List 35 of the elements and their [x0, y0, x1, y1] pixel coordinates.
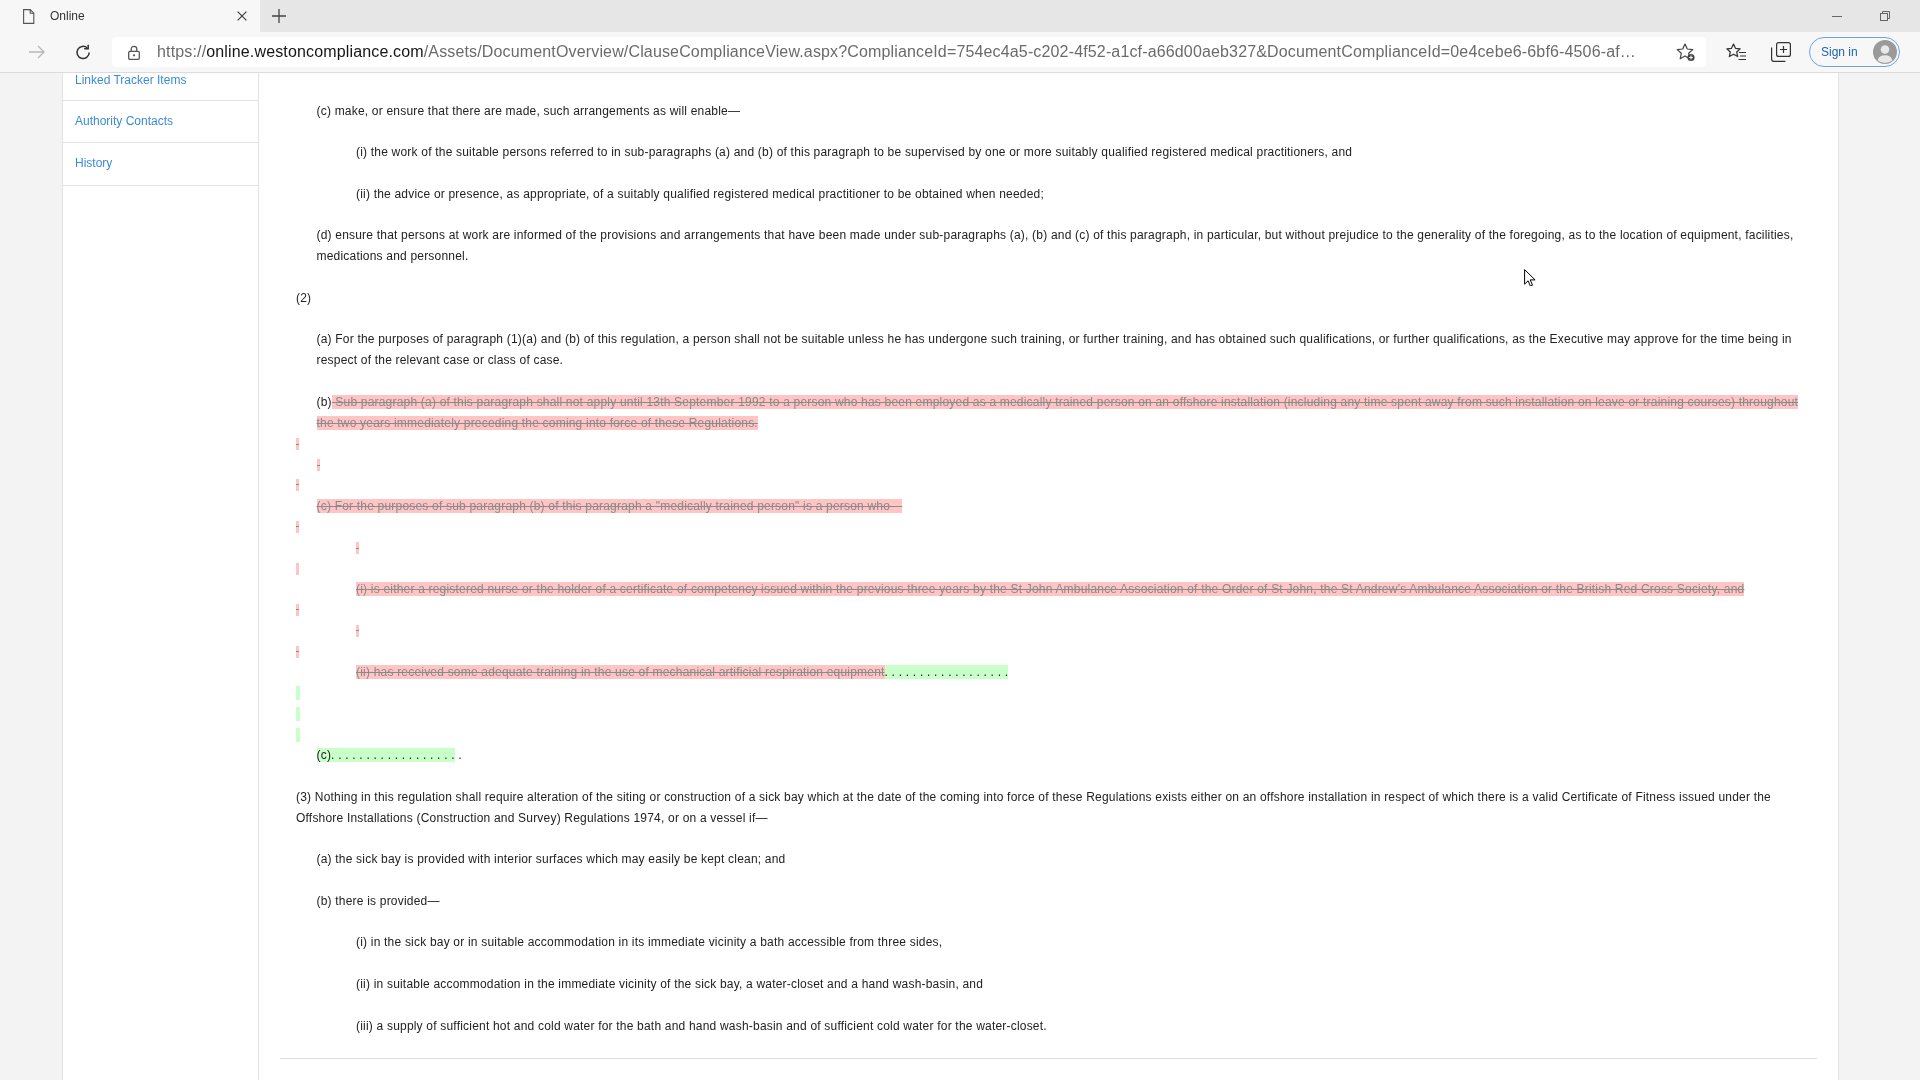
minimize-icon[interactable] — [1832, 15, 1842, 17]
close-icon[interactable] — [237, 11, 247, 21]
page-icon — [23, 8, 35, 24]
clause-text: (3) Nothing in this regulation shall require alteration of the siting or construction of a sick bay which at the date of the coming into force of these Regulations exists either on an offshore installation in respect of which there is a valid Certificate of Fitness issued under the Offshore Installations (Construction and Survey) Regulations 1974, or on a vessel if— — [296, 788, 1772, 827]
refresh-icon[interactable] — [75, 44, 91, 60]
sidebar-link[interactable]: History — [75, 156, 113, 172]
clause-text: (a) the sick bay is provided with interior surfaces which may easily be kept clean; and — [316, 851, 787, 869]
clause-text: (ii) in suitable accommodation in the immediate vicinity of the sick bay, a water-closet and a hand wash-basin, and — [356, 976, 985, 994]
add-favorite-icon[interactable] — [1676, 42, 1695, 62]
sign-in-button[interactable]: Sign in — [1809, 37, 1900, 67]
sidebar-link[interactable]: Authority Contacts — [75, 113, 174, 129]
clause-text: (d) ensure that persons at work are informed of the provisions and arrangements that have been made under sub-paragraphs (a), (b) and (c) of this paragraph, in particular, but without prejudice to the generality of the foregoing, as to the location of equipment, facilities, medications and personnel. — [316, 227, 1795, 266]
struck-clause-text: (c) For the purposes of sub paragraph (b) of this paragraph a "medically trained person" is a person who— — [316, 497, 904, 515]
lock-icon[interactable] — [128, 44, 140, 60]
clause-text: (2) — [296, 289, 313, 307]
clause-text: (c) make, or ensure that there are made, such arrangements as will enable— — [316, 102, 742, 120]
struck-clause-text: (i) is either a registered nurse or the holder of a certificate of competency issued within the previous three years by the St John Ambulance Association of the Order of St John, the St Andrew’s Ambulance Association or the British Red Cross Society, and — [356, 580, 1746, 598]
clause-text: (iii) a supply of sufficient hot and cold water for the bath and hand wash-basin and of sufficient cold water for the water-closet. — [356, 1017, 1048, 1035]
clause-text: (b) there is provided— — [316, 892, 441, 910]
clause-text: (ii) the advice or presence, as appropriate, of a suitably qualified registered medical practitioner to be obtained when needed; — [356, 185, 1045, 203]
mouse-cursor-icon — [1524, 269, 1536, 286]
plus-icon[interactable] — [272, 9, 286, 23]
clause-text: (i) in the sick bay or in suitable accommodation in its immediate vicinity a bath accessible from three sides, — [356, 934, 944, 952]
browser-tab[interactable]: Online — [0, 0, 260, 32]
address-bar[interactable]: https://online.westoncompliance.com/Assets/DocumentOverview/ClauseComplianceView.aspx?ComplianceId=754ec4a5-c202-4f52-a1cf-a66d00aeb327&DocumentComplianceId=0e4cebe6-6bf6-4506-af… — [112, 37, 1706, 67]
clause-text: (ii) has received some adequate training in the use of mechanical artificial respiration equipment. . . . . . . . . . . . . . . . . . — [356, 664, 1010, 682]
restore-icon[interactable] — [1880, 11, 1890, 21]
favorites-icon[interactable] — [1726, 43, 1746, 61]
sidebar-link[interactable]: Linked Tracker Items — [75, 73, 187, 88]
clause-text: (i) the work of the suitable persons referred to in sub-paragraphs (a) and (b) of this paragraph to be supervised by one or more suitably qualified registered medical practitioners, and — [356, 144, 1354, 162]
avatar-icon — [1873, 40, 1897, 64]
clause-text: (c). . . . . . . . . . . . . . . . . . . — [316, 747, 463, 765]
clause-text: (b) Sub paragraph (a) of this paragraph shall not apply until 13th September 1992 to a person who has been employed as a medically trained person on an offshore installation (including any time spent away from such installation on leave or training courses) throughout the two years immediately preceding the coming into force of these Regulations. — [316, 393, 1800, 432]
collections-icon[interactable] — [1771, 42, 1791, 62]
clause-text: (a) For the purposes of paragraph (1)(a) and (b) of this regulation, a person shall not be suitable unless he has undergone such training, or further training, and has obtained such qualifications, or further qualifications, as the Executive may approve for the time being in respect of the relevant case or class of case. — [316, 331, 1793, 370]
